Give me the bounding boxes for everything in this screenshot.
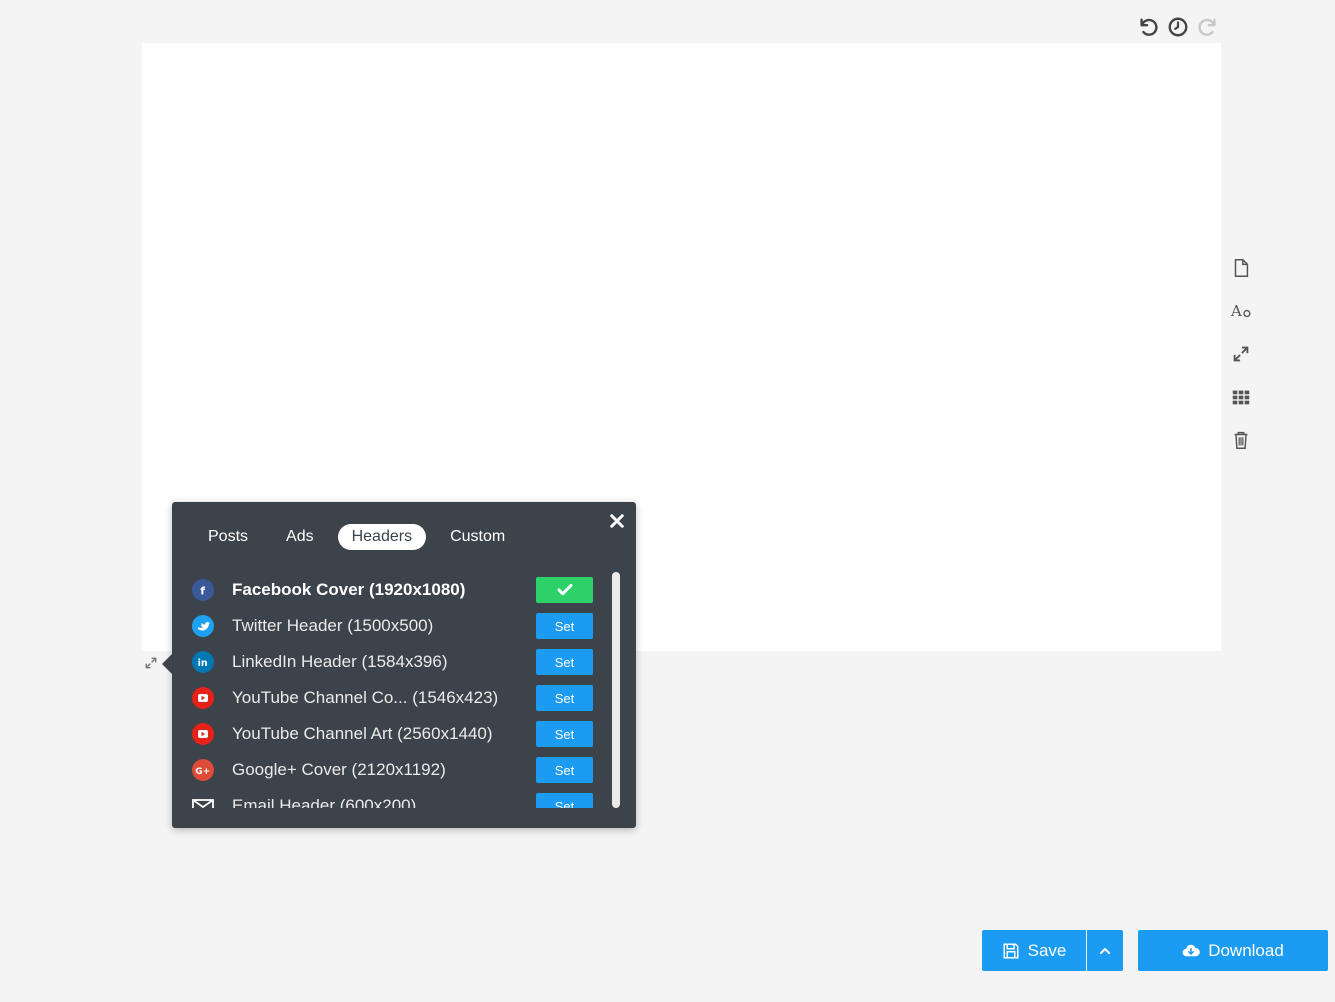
- scrollbar-thumb[interactable]: [612, 572, 620, 808]
- download-label: Download: [1208, 940, 1284, 960]
- cloud-download-icon: [1182, 944, 1201, 956]
- undo-icon: [1140, 18, 1158, 36]
- save-button[interactable]: Save: [982, 930, 1086, 971]
- close-button[interactable]: [608, 512, 626, 530]
- list-item[interactable]: in LinkedIn Header (1584x396) Set: [192, 644, 596, 680]
- trash-icon: [1234, 431, 1248, 449]
- set-size-button[interactable]: Set: [536, 721, 593, 747]
- side-toolbar: A: [1226, 246, 1256, 461]
- google-plus-icon: G+: [192, 759, 214, 781]
- resize-icon: [1233, 346, 1249, 361]
- size-list: f Facebook Cover (1920x1080) Twitter Hea…: [192, 572, 596, 808]
- youtube-icon: [192, 723, 214, 745]
- set-size-button[interactable]: Set: [536, 685, 593, 711]
- clock-icon: [1168, 17, 1188, 37]
- svg-text:in: in: [198, 658, 208, 669]
- delete-button[interactable]: [1226, 418, 1256, 461]
- list-item[interactable]: f Facebook Cover (1920x1080): [192, 572, 596, 608]
- svg-text:G+: G+: [195, 767, 210, 777]
- history-button[interactable]: [1166, 14, 1190, 40]
- page-icon: [1234, 258, 1249, 277]
- selected-check-button[interactable]: [536, 577, 593, 603]
- popup-arrow: [162, 654, 172, 674]
- svg-text:f: f: [200, 585, 205, 598]
- save-options-button[interactable]: [1087, 930, 1123, 971]
- set-size-button[interactable]: Set: [536, 793, 593, 808]
- list-item[interactable]: Email Header (600x200) Set: [192, 788, 596, 808]
- size-category-tabs: Posts Ads Headers Custom: [194, 524, 529, 550]
- list-item[interactable]: YouTube Channel Co... (1546x423) Set: [192, 680, 596, 716]
- check-icon: [557, 584, 572, 596]
- popup-toggle-handle[interactable]: [144, 656, 160, 672]
- page-button[interactable]: [1226, 246, 1256, 289]
- size-picker-popup: Posts Ads Headers Custom f Facebook Cove…: [162, 502, 636, 828]
- linkedin-icon: in: [192, 651, 214, 673]
- email-icon: [192, 795, 214, 808]
- grid-icon: [1232, 390, 1250, 404]
- floppy-disk-icon: [1003, 943, 1019, 958]
- facebook-icon: f: [192, 579, 214, 601]
- set-size-button[interactable]: Set: [536, 649, 593, 675]
- tab-headers[interactable]: Headers: [337, 524, 427, 550]
- text-style-icon: A: [1230, 302, 1251, 320]
- set-size-button[interactable]: Set: [536, 757, 593, 783]
- list-item[interactable]: G+ Google+ Cover (2120x1192) Set: [192, 752, 596, 788]
- save-button-group: Save: [982, 930, 1123, 971]
- redo-icon: [1198, 18, 1216, 36]
- chevron-up-icon: [1100, 947, 1110, 954]
- list-item[interactable]: YouTube Channel Art (2560x1440) Set: [192, 716, 596, 752]
- close-icon: [610, 514, 624, 528]
- twitter-icon: [192, 615, 214, 637]
- text-style-button[interactable]: A: [1226, 289, 1256, 332]
- redo-button[interactable]: [1196, 14, 1220, 40]
- tab-posts[interactable]: Posts: [194, 524, 262, 550]
- svg-text:A: A: [1230, 302, 1243, 320]
- undo-button[interactable]: [1136, 14, 1160, 40]
- history-controls: [1136, 14, 1220, 40]
- tab-custom[interactable]: Custom: [436, 524, 519, 550]
- download-button[interactable]: Download: [1138, 930, 1328, 971]
- grid-button[interactable]: [1226, 375, 1256, 418]
- resize-button[interactable]: [1226, 332, 1256, 375]
- youtube-icon: [192, 687, 214, 709]
- list-scrollbar[interactable]: [612, 572, 620, 808]
- tab-ads[interactable]: Ads: [272, 524, 328, 550]
- save-label: Save: [1027, 940, 1067, 960]
- set-size-button[interactable]: Set: [536, 613, 593, 639]
- list-item[interactable]: Twitter Header (1500x500) Set: [192, 608, 596, 644]
- expand-icon: [145, 657, 157, 669]
